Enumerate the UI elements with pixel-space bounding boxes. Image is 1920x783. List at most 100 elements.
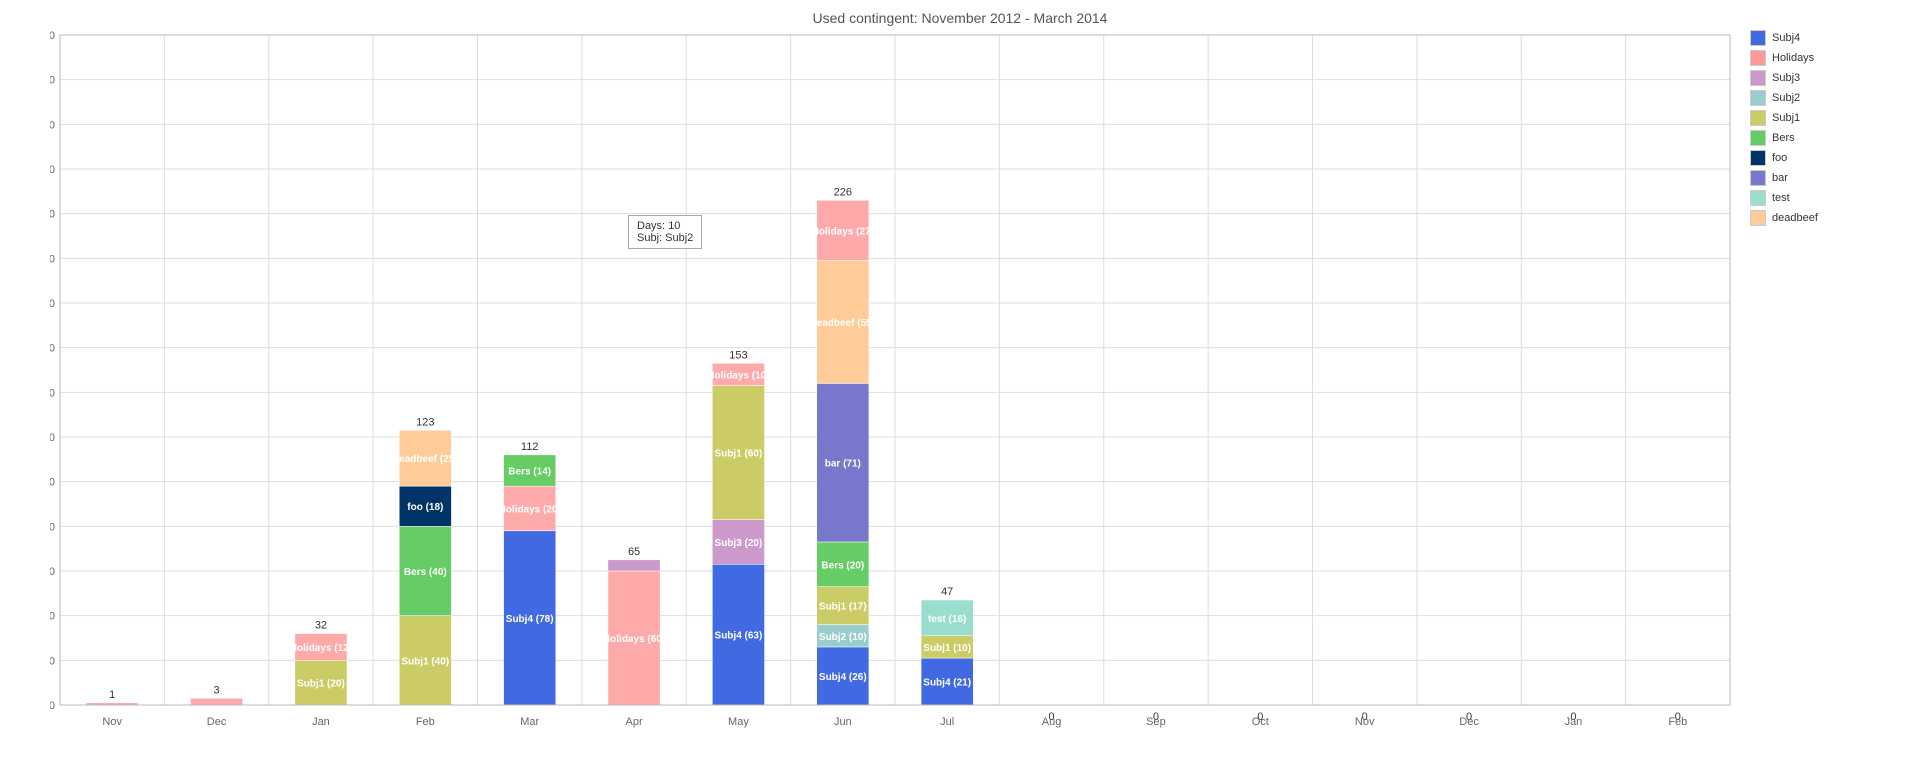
svg-text:Dec: Dec [1459, 716, 1479, 728]
svg-text:Subj4 (26): Subj4 (26) [819, 672, 867, 683]
svg-text:47: 47 [941, 586, 953, 598]
svg-text:32: 32 [315, 620, 327, 632]
svg-text:Holidays (60): Holidays (60) [603, 634, 665, 645]
svg-text:Holidays (20): Holidays (20) [499, 504, 561, 515]
legend-label: deadbeef [1772, 212, 1818, 224]
svg-text:Apr: Apr [626, 716, 643, 728]
legend-item-deadbeef: deadbeef [1750, 210, 1910, 226]
legend-color [1750, 30, 1766, 46]
legend-label: test [1772, 192, 1790, 204]
bar-segment[interactable] [190, 698, 242, 705]
svg-text:foo (18): foo (18) [407, 502, 443, 513]
legend-item-bar: bar [1750, 170, 1910, 186]
svg-text:Subj3 (20): Subj3 (20) [715, 538, 763, 549]
svg-text:Subj4 (78): Subj4 (78) [506, 614, 554, 625]
svg-text:Nov: Nov [1355, 716, 1375, 728]
legend-color [1750, 150, 1766, 166]
legend-color [1750, 170, 1766, 186]
legend-color [1750, 210, 1766, 226]
legend-item-subj3: Subj3 [1750, 70, 1910, 86]
svg-text:140: 140 [50, 387, 55, 399]
svg-text:100: 100 [50, 477, 55, 489]
svg-text:test (16): test (16) [928, 614, 966, 625]
legend-color [1750, 110, 1766, 126]
legend-color [1750, 50, 1766, 66]
svg-text:226: 226 [834, 186, 852, 198]
legend-color [1750, 90, 1766, 106]
svg-text:Sep: Sep [1146, 716, 1166, 728]
legend-item-subj1: Subj1 [1750, 110, 1910, 126]
svg-text:Bers (20): Bers (20) [821, 560, 864, 571]
svg-text:40: 40 [50, 611, 55, 623]
legend-label: Subj4 [1772, 32, 1800, 44]
legend-label: Bers [1772, 132, 1795, 144]
svg-text:deadbeef (55): deadbeef (55) [811, 318, 875, 329]
svg-text:0: 0 [50, 700, 55, 712]
svg-text:Feb: Feb [1668, 716, 1687, 728]
chart-container: Used contingent: November 2012 - March 2… [0, 0, 1920, 783]
legend-item-subj4: Subj4 [1750, 30, 1910, 46]
svg-text:220: 220 [50, 209, 55, 221]
svg-text:65: 65 [628, 546, 640, 558]
svg-text:Subj1 (17): Subj1 (17) [819, 602, 867, 613]
svg-text:Aug: Aug [1042, 716, 1062, 728]
legend-item-foo: foo [1750, 150, 1910, 166]
svg-text:240: 240 [50, 164, 55, 176]
svg-text:Subj1 (40): Subj1 (40) [401, 656, 449, 667]
svg-text:Mar: Mar [520, 716, 539, 728]
svg-text:Holidays (27): Holidays (27) [812, 226, 874, 237]
svg-text:Nov: Nov [102, 716, 122, 728]
svg-text:Subj2 (10): Subj2 (10) [819, 632, 867, 643]
legend-label: foo [1772, 152, 1787, 164]
svg-text:Subj4 (63): Subj4 (63) [715, 631, 763, 642]
svg-text:Holidays (10): Holidays (10) [707, 370, 769, 381]
svg-text:Feb: Feb [416, 716, 435, 728]
svg-text:Subj1 (60): Subj1 (60) [715, 449, 763, 460]
svg-text:Holidays (12): Holidays (12) [290, 643, 352, 654]
svg-text:300: 300 [50, 30, 55, 42]
svg-text:Jan: Jan [312, 716, 330, 728]
legend-label: Holidays [1772, 52, 1814, 64]
svg-text:153: 153 [729, 349, 747, 361]
svg-text:60: 60 [50, 566, 55, 578]
legend-label: Subj1 [1772, 112, 1800, 124]
svg-text:80: 80 [50, 521, 55, 533]
svg-text:Subj1 (10): Subj1 (10) [923, 643, 971, 654]
svg-text:Dec: Dec [207, 716, 227, 728]
legend-item-holidays: Holidays [1750, 50, 1910, 66]
legend-label: bar [1772, 172, 1788, 184]
legend-color [1750, 70, 1766, 86]
legend-color [1750, 130, 1766, 146]
svg-text:deadbeef (25): deadbeef (25) [393, 454, 457, 465]
svg-text:20: 20 [50, 655, 55, 667]
svg-text:112: 112 [521, 441, 539, 453]
svg-text:Oct: Oct [1252, 716, 1269, 728]
svg-text:200: 200 [50, 253, 55, 265]
svg-text:Jan: Jan [1565, 716, 1583, 728]
svg-text:bar (71): bar (71) [825, 459, 861, 470]
svg-text:280: 280 [50, 75, 55, 87]
svg-text:Jun: Jun [834, 716, 852, 728]
legend-label: Subj3 [1772, 72, 1800, 84]
svg-text:Subj1 (20): Subj1 (20) [297, 679, 345, 690]
svg-text:May: May [728, 716, 749, 728]
legend-color [1750, 190, 1766, 206]
legend: Subj4 Holidays Subj3 Subj2 Subj1 Bers foo bar te… [1750, 30, 1910, 230]
svg-text:120: 120 [50, 432, 55, 444]
legend-item-subj2: Subj2 [1750, 90, 1910, 106]
main-chart: 0 20 40 60 80 100 120 140 160 180 200 220 240 260 280 3… [50, 25, 1740, 745]
legend-item-test: test [1750, 190, 1910, 206]
bar-segment[interactable] [608, 560, 660, 571]
legend-item-bers: Bers [1750, 130, 1910, 146]
svg-text:Bers (14): Bers (14) [508, 467, 551, 478]
legend-label: Subj2 [1772, 92, 1800, 104]
svg-text:Jul: Jul [940, 716, 954, 728]
svg-text:Subj4 (21): Subj4 (21) [923, 678, 971, 689]
svg-text:260: 260 [50, 119, 55, 131]
svg-text:123: 123 [416, 416, 434, 428]
svg-text:180: 180 [50, 298, 55, 310]
svg-text:1: 1 [109, 689, 115, 701]
svg-text:160: 160 [50, 343, 55, 355]
svg-text:Bers (40): Bers (40) [404, 567, 447, 578]
svg-text:3: 3 [214, 684, 220, 696]
